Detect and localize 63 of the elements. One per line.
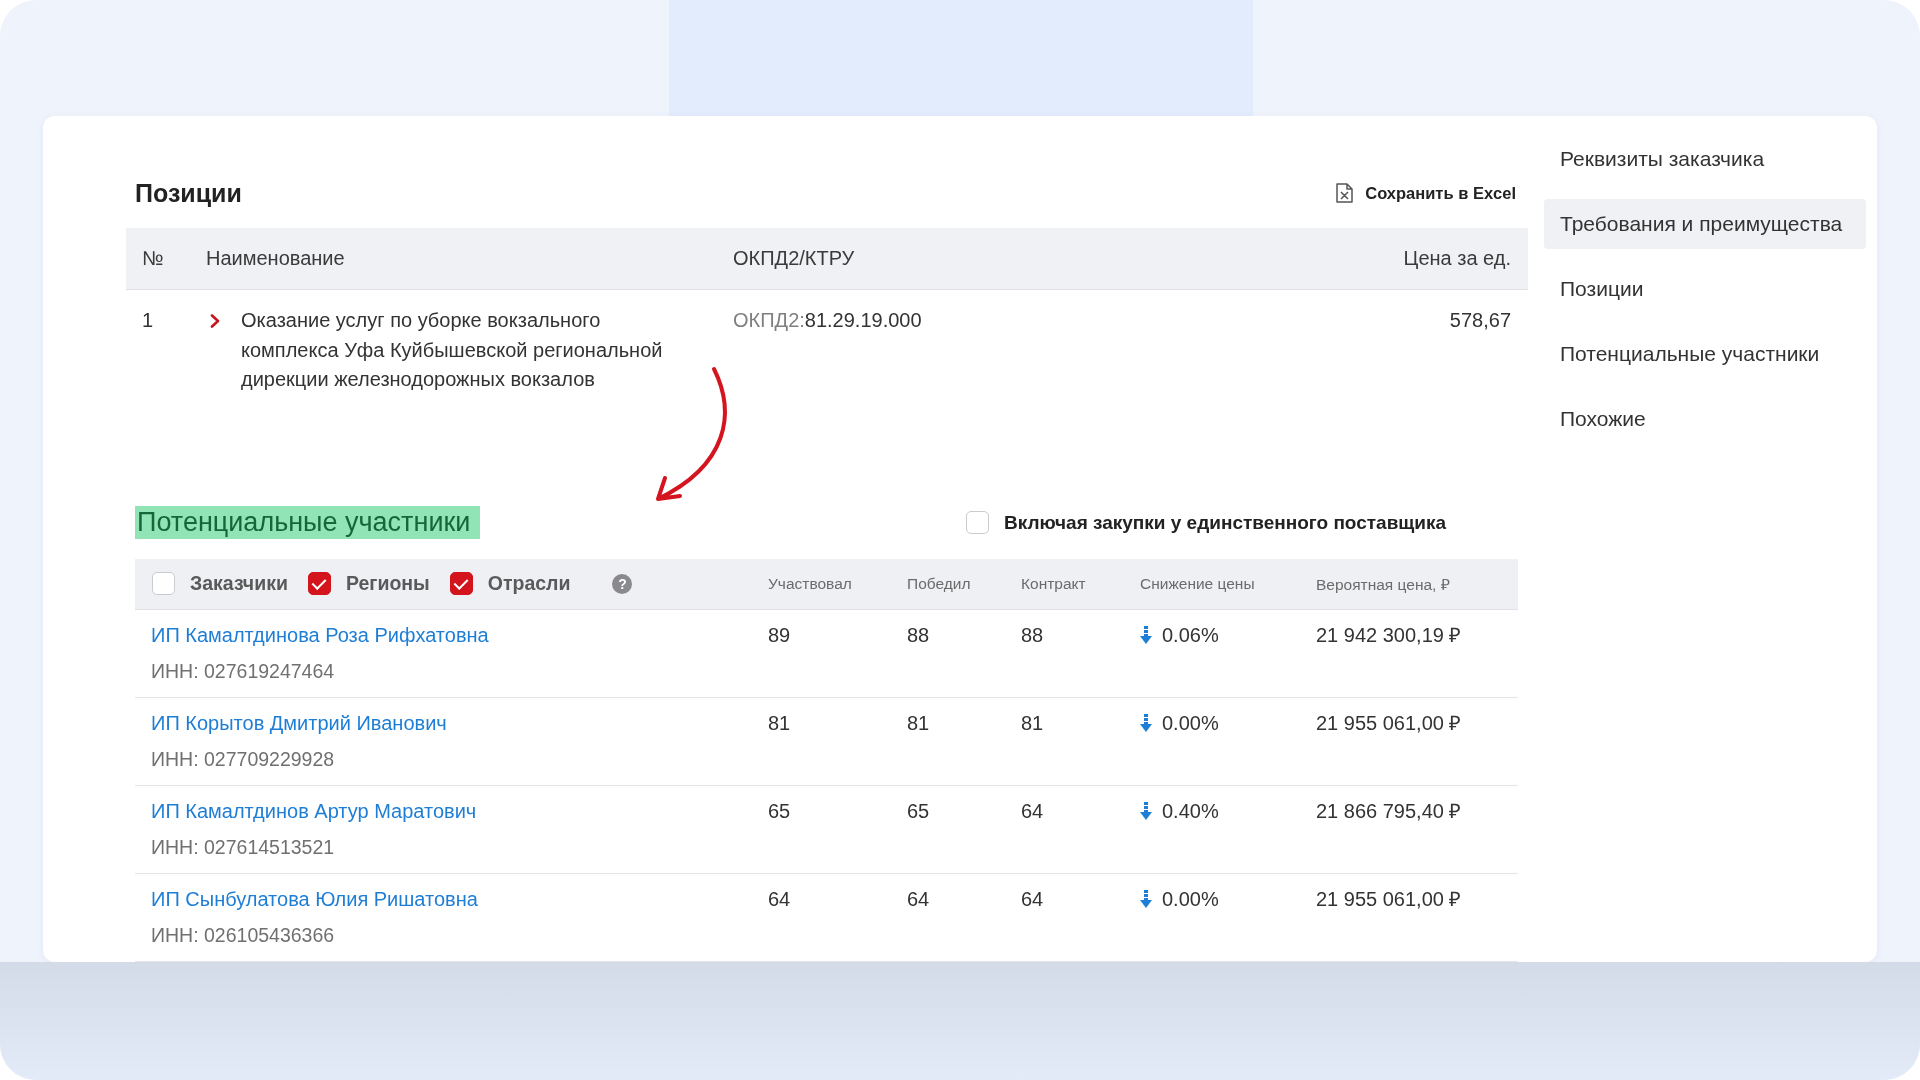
table-cell-text: 88 bbox=[1021, 622, 1044, 648]
table-cell-text: 65 bbox=[907, 798, 930, 824]
table-cell-text: 0.40% bbox=[1162, 798, 1219, 824]
section-title: Позиции bbox=[135, 178, 242, 208]
table-cell-text: 64 bbox=[1021, 886, 1044, 912]
spreadsheet-file-icon bbox=[1336, 183, 1354, 203]
table-cell-text: 0.00% bbox=[1162, 886, 1219, 912]
down-arrow-icon bbox=[1140, 713, 1152, 732]
code-label: ОКПД2: bbox=[733, 309, 805, 331]
column-header: Участвовал bbox=[768, 574, 852, 593]
checkbox[interactable] bbox=[307, 572, 331, 595]
section-title: Потенциальные участники bbox=[135, 506, 481, 539]
table-cell-text: 21 866 795,40 ₽ bbox=[1316, 798, 1462, 824]
tax-id-text: ИНН: 027614513521 bbox=[151, 834, 335, 860]
column-header: Победил bbox=[907, 574, 971, 593]
participant-link[interactable]: ИП Корытов Дмитрий Иванович bbox=[151, 709, 447, 736]
nav-item[interactable]: Потенциальные участники bbox=[1544, 329, 1866, 379]
nav-item[interactable]: Позиции bbox=[1544, 264, 1866, 314]
nav-item[interactable]: Похожие bbox=[1544, 394, 1866, 444]
column-header: Цена за ед. bbox=[1403, 247, 1511, 270]
checkbox-label[interactable]: Отрасли bbox=[487, 572, 571, 595]
down-arrow-icon bbox=[1140, 801, 1152, 820]
table-cell-text: 21 955 061,00 ₽ bbox=[1316, 886, 1462, 912]
position-name: Оказание услуг по уборке вокзального комплекса Уфа Куйбышевской региональной дирекции железнодорожных вокзалов bbox=[241, 308, 664, 392]
code-value: 81.29.19.000 bbox=[804, 309, 922, 331]
checkbox-label[interactable]: Включая закупки у единственного поставщика bbox=[1004, 511, 1447, 534]
checkbox-label[interactable]: Регионы bbox=[345, 572, 430, 595]
column-header: Наименование bbox=[206, 247, 345, 270]
nav-item[interactable]: Реквизиты заказчика bbox=[1544, 134, 1866, 184]
column-header: ОКПД2/КТРУ bbox=[733, 247, 855, 270]
table-cell-text: 0.06% bbox=[1162, 622, 1219, 648]
table-cell-text: 88 bbox=[907, 622, 930, 648]
tax-id-text: ИНН: 027709229928 bbox=[151, 746, 335, 772]
column-header: № bbox=[142, 247, 164, 270]
table-cell-text: 81 bbox=[1021, 710, 1044, 736]
participant-link[interactable]: ИП Камалтдинов Артур Маратович bbox=[151, 797, 477, 824]
table-cell-text: 21 955 061,00 ₽ bbox=[1316, 710, 1462, 736]
chevron-icon[interactable] bbox=[210, 314, 220, 328]
table-cell-text: 64 bbox=[1021, 798, 1044, 824]
checkbox-label[interactable]: Заказчики bbox=[190, 572, 288, 595]
column-header: Вероятная цена, ₽ bbox=[1316, 574, 1450, 595]
table-cell-text: 64 bbox=[768, 886, 791, 912]
column-header: Контракт bbox=[1021, 574, 1086, 593]
table-cell-text: 81 bbox=[907, 710, 930, 736]
table-cell-text: 65 bbox=[768, 798, 791, 824]
nav-item[interactable]: Требования и преимущества bbox=[1544, 199, 1866, 249]
table-cell-text: 0.00% bbox=[1162, 710, 1219, 736]
table-cell-text: 21 942 300,19 ₽ bbox=[1316, 622, 1462, 648]
down-arrow-icon bbox=[1140, 625, 1152, 644]
tax-id-text: ИНН: 027619247464 bbox=[151, 658, 335, 684]
participant-link[interactable]: ИП Камалтдинова Роза Рифхатовна bbox=[151, 621, 489, 648]
tax-id-text: ИНН: 026105436366 bbox=[151, 922, 335, 948]
table-cell-text: 64 bbox=[907, 886, 930, 912]
participant-link[interactable]: ИП Сынбулатова Юлия Ришатовна bbox=[151, 885, 478, 912]
table-cell-text: 578,67 bbox=[1449, 308, 1511, 333]
checkbox[interactable] bbox=[449, 572, 473, 595]
table-cell-text: 81 bbox=[768, 710, 791, 736]
table-cell-text: 89 bbox=[768, 622, 791, 648]
column-header: Снижение цены bbox=[1140, 574, 1255, 593]
table-cell-text: 1 bbox=[142, 308, 154, 333]
down-arrow-icon bbox=[1140, 889, 1152, 908]
save-excel-button[interactable]: Сохранить в Excel bbox=[1336, 179, 1516, 207]
help-icon[interactable]: ? bbox=[612, 573, 633, 594]
